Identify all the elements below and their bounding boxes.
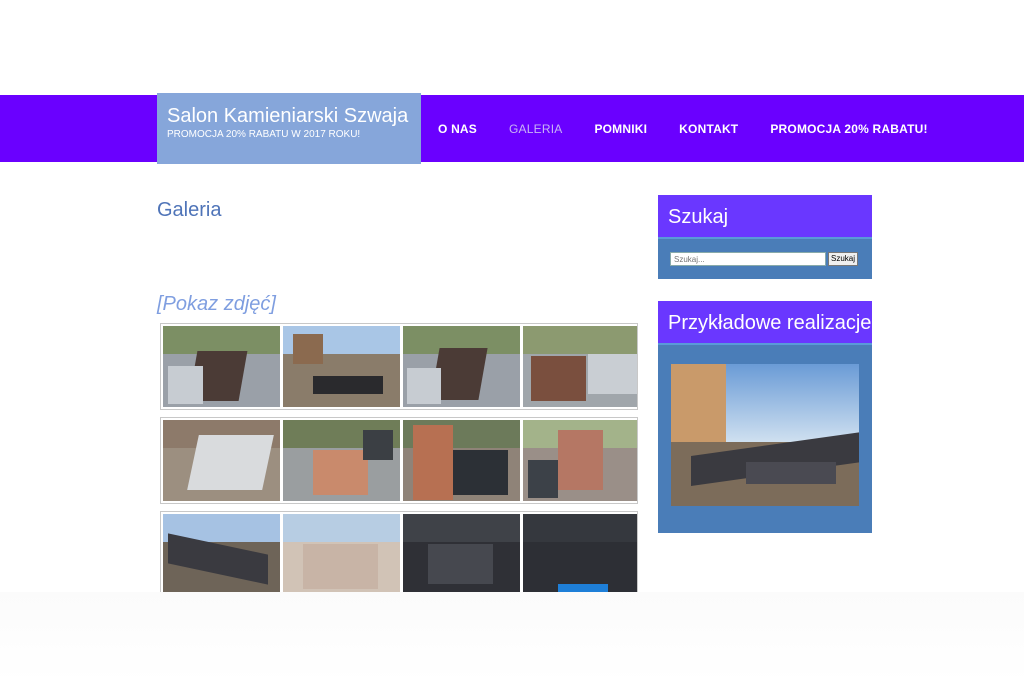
- gallery-row: [160, 417, 638, 504]
- featured-photo[interactable]: [671, 364, 859, 506]
- gallery-thumbnail[interactable]: [163, 420, 280, 501]
- photo-gallery: [160, 323, 638, 605]
- gallery-row: [160, 323, 638, 410]
- nav-item-kontakt[interactable]: KONTAKT: [663, 122, 754, 136]
- gallery-thumbnail[interactable]: [283, 326, 400, 407]
- featured-widget-heading: Przykładowe realizacje: [658, 301, 872, 345]
- gallery-thumbnail[interactable]: [163, 326, 280, 407]
- slideshow-link[interactable]: [Pokaz zdjęć]: [157, 293, 276, 316]
- gallery-thumbnail[interactable]: [523, 514, 637, 595]
- gallery-thumbnail[interactable]: [523, 326, 637, 407]
- page-footer-area: [0, 592, 1024, 683]
- gallery-thumbnail[interactable]: [403, 326, 520, 407]
- gallery-row: [160, 511, 638, 598]
- nav-item-promocja[interactable]: PROMOCJA 20% RABATU!: [754, 122, 943, 136]
- site-tagline: PROMOCJA 20% RABATU W 2017 ROKU!: [167, 129, 361, 140]
- main-menu: O NAS GALERIA POMNIKI KONTAKT PROMOCJA 2…: [422, 95, 944, 162]
- featured-widget-body: [658, 345, 872, 533]
- page-title: Galeria: [157, 199, 222, 221]
- search-widget-heading: Szukaj: [658, 195, 872, 239]
- nav-item-pomniki[interactable]: POMNIKI: [578, 122, 663, 136]
- search-input[interactable]: [670, 252, 826, 266]
- search-widget-body: Szukaj: [658, 239, 872, 279]
- site-branding[interactable]: Salon Kamieniarski Szwaja PROMOCJA 20% R…: [157, 93, 421, 164]
- site-title[interactable]: Salon Kamieniarski Szwaja: [167, 105, 411, 127]
- nav-item-o-nas[interactable]: O NAS: [422, 122, 493, 136]
- gallery-thumbnail[interactable]: [403, 514, 520, 595]
- gallery-thumbnail[interactable]: [283, 514, 400, 595]
- featured-widget: Przykładowe realizacje: [658, 301, 872, 533]
- search-widget: Szukaj Szukaj: [658, 195, 872, 279]
- search-button[interactable]: Szukaj: [828, 252, 859, 266]
- gallery-thumbnail[interactable]: [283, 420, 400, 501]
- nav-item-galeria[interactable]: GALERIA: [493, 122, 578, 136]
- gallery-thumbnail[interactable]: [403, 420, 520, 501]
- gallery-thumbnail[interactable]: [523, 420, 637, 501]
- gallery-thumbnail[interactable]: [163, 514, 280, 595]
- content-area: Galeria [Pokaz zdjęć]: [157, 195, 641, 598]
